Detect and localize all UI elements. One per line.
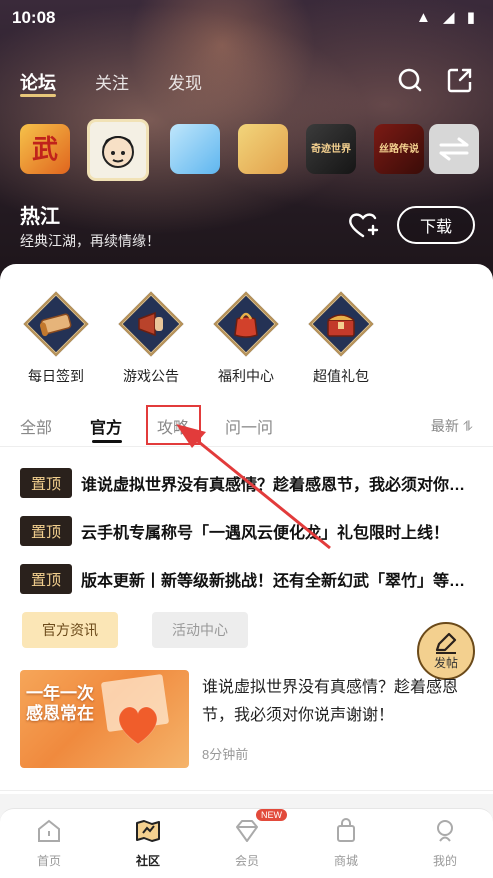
pinned-badge: 置顶: [20, 468, 72, 498]
scroll-icon: [20, 288, 92, 360]
tab-qa[interactable]: 问一问: [225, 414, 273, 438]
game-thumb-4[interactable]: [238, 124, 288, 174]
game-thumb-rejiang[interactable]: [87, 119, 149, 181]
game-thumb-label: 武: [31, 133, 58, 164]
divider: [0, 790, 493, 791]
feature-label: 福利中心: [218, 368, 274, 384]
nav-label: 首页: [36, 854, 61, 868]
feature-label: 超值礼包: [313, 368, 369, 384]
tab-underline: [92, 440, 122, 443]
share-icon[interactable]: [446, 66, 474, 94]
nav-store[interactable]: 商城: [316, 817, 376, 869]
status-bar: 10:08 ▲ ◢ ▮: [0, 0, 493, 34]
nav-label: 我的: [432, 854, 457, 868]
pinned-post[interactable]: 置顶 谁说虚拟世界没有真感情？趁着感恩节，我必须对你说声谢谢！: [20, 468, 476, 498]
pinned-badge: 置顶: [20, 564, 72, 594]
pinned-post[interactable]: 置顶 版本更新丨新等级新挑战！还有全新幻武「翠竹」等你来拿！: [20, 564, 476, 594]
game-thumb-silu[interactable]: 丝路传说: [374, 124, 424, 174]
annotation-highlight-box: [146, 405, 201, 445]
sort-latest-button[interactable]: 最新 ⥮: [431, 416, 473, 436]
article-item[interactable]: 一年一次 感恩常在 谁说虚拟世界没有真感情？趁着感恩节，我必须对你说声谢谢！ 8…: [20, 670, 476, 770]
game-subtitle: 经典江湖，再续情缘！: [20, 233, 160, 249]
character-icon: [102, 136, 134, 168]
game-title: 热江: [20, 206, 60, 228]
feature-value-pack[interactable]: 超值礼包: [305, 288, 377, 386]
feature-label: 游戏公告: [123, 368, 179, 384]
search-icon[interactable]: [396, 66, 424, 94]
profile-icon: [437, 820, 453, 842]
chip-official-news[interactable]: 官方资讯: [22, 612, 118, 648]
diamond-icon: [236, 820, 258, 842]
game-thumb-label: 丝路传说: [379, 143, 419, 155]
feature-daily-checkin[interactable]: 每日签到: [20, 288, 92, 386]
nav-label: 社区: [135, 854, 160, 868]
article-time: 8分钟前: [202, 747, 249, 762]
gift-bag-icon: [210, 288, 282, 360]
pinned-title: 谁说虚拟世界没有真感情？趁着感恩节，我必须对你说声谢谢！: [81, 477, 476, 494]
pinned-badge: 置顶: [20, 516, 72, 546]
article-thumbnail: 一年一次 感恩常在: [20, 670, 189, 768]
pinned-title: 云手机专属称号「一遇风云便化龙」礼包限时上线！: [81, 525, 450, 542]
content-tabs: 全部 官方 攻略 问一问 最新 ⥮: [0, 412, 493, 448]
game-thumb-3[interactable]: [170, 124, 220, 174]
download-button[interactable]: 下载: [397, 206, 475, 244]
game-switcher: 武 奇迹世界 丝路传说: [0, 119, 493, 181]
pencil-icon: [435, 632, 457, 654]
new-badge: NEW: [256, 809, 287, 821]
swap-games-button[interactable]: [429, 124, 479, 174]
content-card: 每日签到 游戏公告 福利中心 超值礼包 全部 官方 攻略 问一问 最新 ⥮ 置顶…: [0, 264, 493, 794]
community-map-icon: [136, 820, 160, 842]
tab-follow[interactable]: 关注: [95, 69, 129, 94]
home-icon: [38, 819, 60, 842]
heart-icon: [118, 706, 158, 745]
nav-label: 会员: [234, 854, 259, 868]
nav-profile[interactable]: 我的: [415, 817, 475, 869]
nav-underline: [20, 94, 56, 97]
article-title: 谁说虚拟世界没有真感情？趁着感恩节，我必须对你说声谢谢！: [202, 679, 459, 724]
bottom-nav: 首页 社区 会员 NEW 商城 我的: [0, 808, 493, 878]
nav-label: 商城: [333, 854, 358, 868]
divider: [0, 446, 493, 447]
fab-label: 发帖: [433, 655, 458, 670]
game-thumb-qiji[interactable]: 奇迹世界: [306, 124, 356, 174]
game-thumb-label: 奇迹世界: [311, 143, 351, 155]
nav-community[interactable]: 社区: [118, 817, 178, 869]
tab-all[interactable]: 全部: [20, 414, 52, 438]
tab-discover[interactable]: 发现: [168, 69, 202, 94]
tab-forum[interactable]: 论坛: [20, 69, 56, 95]
chip-activity-center[interactable]: 活动中心: [152, 612, 248, 648]
nav-home[interactable]: 首页: [19, 817, 79, 869]
follow-heart-icon[interactable]: [347, 210, 379, 240]
nav-membership[interactable]: 会员: [217, 817, 277, 869]
status-time: 10:08: [12, 8, 56, 27]
top-nav: 论坛 关注 发现: [0, 66, 493, 100]
treasure-chest-icon: [305, 288, 377, 360]
pinned-post[interactable]: 置顶 云手机专属称号「一遇风云便化龙」礼包限时上线！: [20, 516, 476, 546]
feature-label: 每日签到: [28, 368, 84, 384]
game-thumb-wu[interactable]: 武: [20, 124, 70, 174]
tab-official[interactable]: 官方: [90, 414, 122, 438]
shopping-bag-icon: [337, 818, 355, 842]
status-icons: ▲ ◢ ▮: [416, 9, 479, 26]
megaphone-icon: [115, 288, 187, 360]
feature-announcement[interactable]: 游戏公告: [115, 288, 187, 386]
pinned-title: 版本更新丨新等级新挑战！还有全新幻武「翠竹」等你来拿！: [81, 573, 476, 590]
thumbnail-caption: 一年一次 感恩常在: [26, 684, 94, 723]
swap-icon: [439, 137, 469, 161]
feature-welfare-center[interactable]: 福利中心: [210, 288, 282, 386]
